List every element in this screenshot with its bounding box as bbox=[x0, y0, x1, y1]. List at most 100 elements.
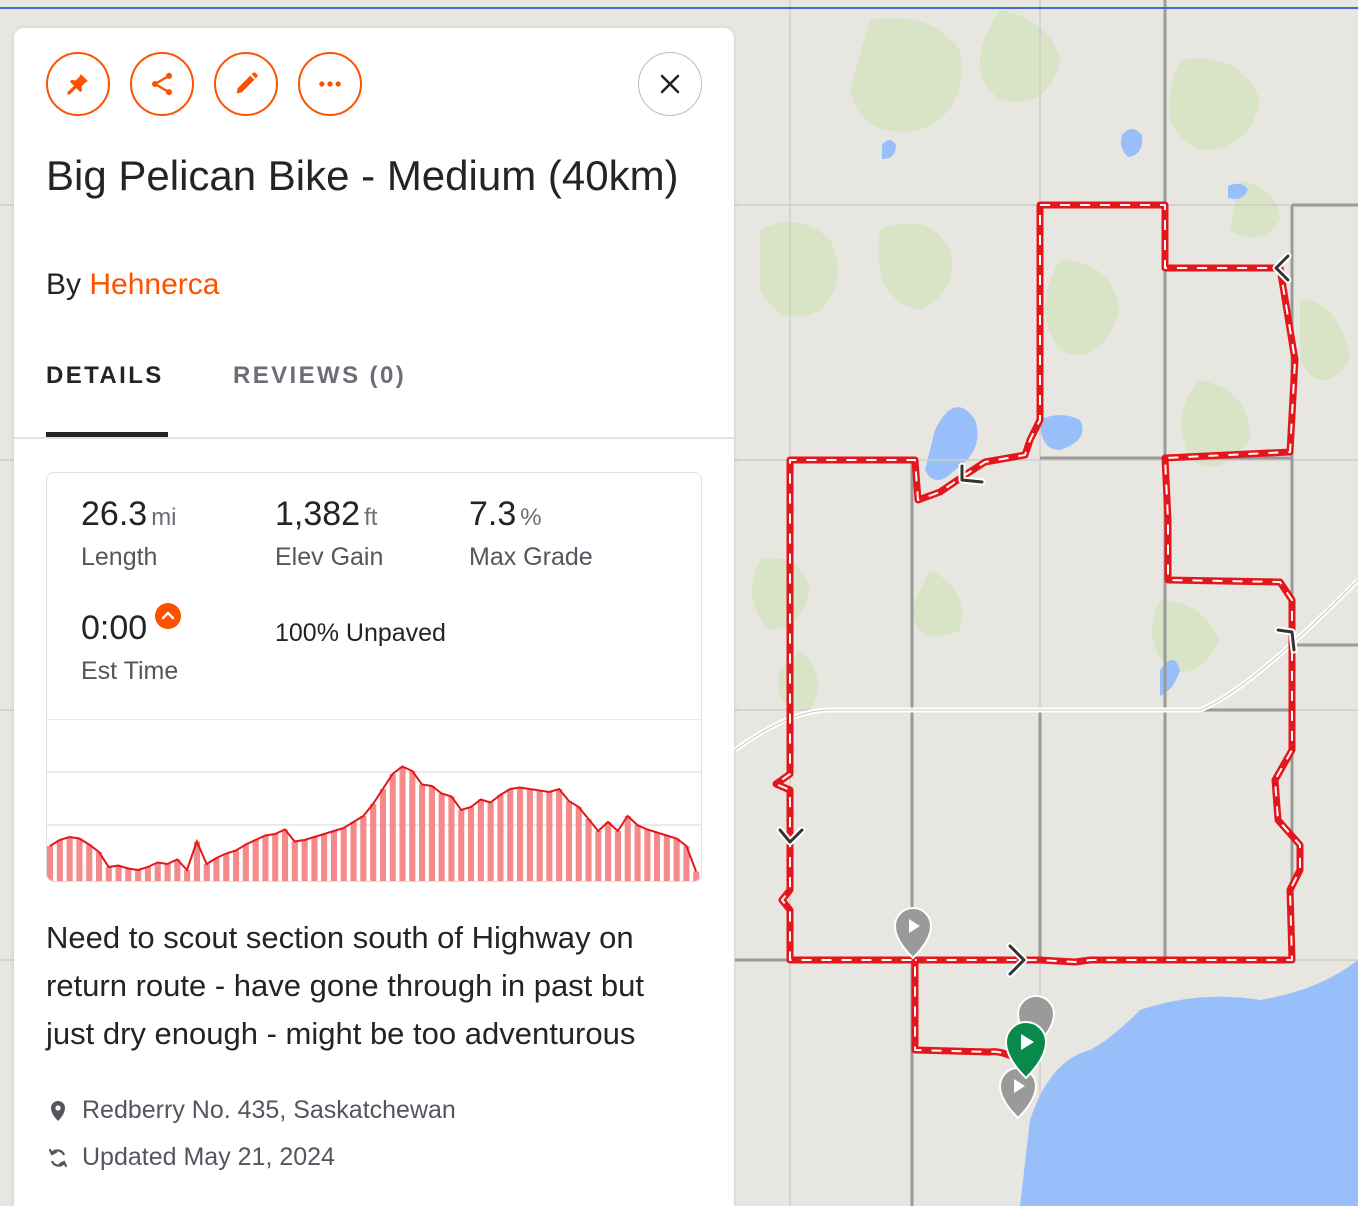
stat-est-time: 0:00 Est Time bbox=[81, 603, 182, 685]
elevation-bar bbox=[154, 862, 161, 881]
sync-icon bbox=[48, 1148, 68, 1167]
elevation-bar bbox=[223, 853, 230, 881]
elevation-bar bbox=[311, 837, 318, 881]
tab-reviews[interactable]: REVIEWS (0) bbox=[233, 362, 406, 390]
elevation-bar bbox=[497, 795, 504, 881]
elevation-bar bbox=[86, 844, 93, 881]
elevation-bar bbox=[644, 829, 651, 881]
elevation-bar bbox=[47, 846, 54, 881]
elevation-bar bbox=[389, 774, 396, 881]
location-pin-icon bbox=[51, 1100, 65, 1121]
elevation-bar bbox=[634, 825, 641, 881]
elevation-bar bbox=[164, 864, 171, 881]
author-byline: By Hehnerca bbox=[46, 268, 219, 302]
elevation-bar bbox=[213, 858, 220, 881]
elevation-bar bbox=[399, 766, 406, 881]
elevation-bar bbox=[233, 850, 240, 881]
elevation-bar bbox=[575, 807, 582, 881]
by-prefix: By bbox=[46, 268, 82, 301]
pin-button[interactable] bbox=[46, 52, 110, 116]
elevation-bar bbox=[370, 804, 377, 881]
elevation-bar bbox=[203, 864, 210, 881]
length-unit: mi bbox=[151, 504, 177, 531]
pencil-icon bbox=[236, 72, 258, 94]
elevation-bar bbox=[673, 838, 680, 881]
elevation-bar bbox=[419, 784, 426, 881]
max-grade-label: Max Grade bbox=[469, 543, 593, 571]
elevation-bar bbox=[144, 867, 151, 881]
location-text: Redberry No. 435, Saskatchewan bbox=[82, 1096, 456, 1124]
elevation-bar bbox=[614, 831, 621, 881]
more-icon bbox=[319, 81, 341, 87]
elevation-bar bbox=[458, 810, 465, 881]
elevation-bar bbox=[556, 789, 563, 881]
chevron-up-icon[interactable] bbox=[155, 603, 182, 629]
elevation-bar bbox=[409, 771, 416, 881]
tab-details[interactable]: DETAILS bbox=[46, 362, 164, 390]
elevation-bar bbox=[693, 871, 700, 881]
stat-length: 26.3 mi Length bbox=[81, 495, 177, 571]
route-details-panel: Big Pelican Bike - Medium (40km) By Hehn… bbox=[14, 28, 734, 1206]
elevation-bar bbox=[507, 789, 514, 881]
elevation-bar bbox=[654, 832, 661, 881]
action-buttons bbox=[46, 52, 362, 116]
elevation-bar bbox=[379, 789, 386, 881]
close-icon bbox=[660, 74, 680, 94]
pin-icon bbox=[67, 74, 88, 95]
elevation-bar bbox=[565, 801, 572, 881]
elevation-bar bbox=[360, 816, 367, 881]
elevation-bar bbox=[330, 831, 337, 881]
elevation-bar bbox=[350, 822, 357, 881]
active-tab-indicator bbox=[46, 432, 168, 437]
more-options-button[interactable] bbox=[298, 52, 362, 116]
elevation-bar bbox=[428, 786, 435, 881]
elevation-bar bbox=[536, 790, 543, 881]
elevation-bar bbox=[184, 870, 191, 881]
elevation-bar bbox=[438, 793, 445, 881]
close-button[interactable] bbox=[638, 52, 702, 116]
elevation-bar bbox=[301, 840, 308, 881]
route-location: Redberry No. 435, Saskatchewan bbox=[46, 1096, 456, 1125]
elevation-bar bbox=[291, 841, 298, 881]
elevation-bar bbox=[262, 835, 269, 881]
elevation-bar bbox=[242, 844, 249, 881]
est-time-label: Est Time bbox=[81, 657, 179, 685]
elevation-bar bbox=[487, 802, 494, 881]
route-title: Big Pelican Bike - Medium (40km) bbox=[46, 152, 679, 199]
route-description: Need to scout section south of Highway o… bbox=[46, 920, 645, 1051]
elev-gain-label: Elev Gain bbox=[275, 543, 384, 571]
elevation-bar bbox=[56, 840, 63, 881]
elevation-bar bbox=[585, 819, 592, 881]
elevation-bar bbox=[526, 789, 533, 881]
elevation-bar bbox=[605, 822, 612, 881]
author-link[interactable]: Hehnerca bbox=[89, 268, 219, 301]
elevation-bar bbox=[282, 829, 289, 881]
elevation-profile-chart[interactable] bbox=[47, 719, 702, 882]
share-button[interactable] bbox=[130, 52, 194, 116]
elevation-bar bbox=[663, 835, 670, 881]
route-updated: Updated May 21, 2024 bbox=[46, 1143, 335, 1172]
surface-type: 100% Unpaved bbox=[275, 619, 446, 647]
elev-gain-unit: ft bbox=[364, 504, 378, 531]
elevation-bar bbox=[448, 796, 455, 881]
elevation-bar bbox=[595, 831, 602, 881]
share-icon bbox=[151, 72, 173, 96]
edit-button[interactable] bbox=[214, 52, 278, 116]
updated-text: Updated May 21, 2024 bbox=[82, 1143, 335, 1171]
elevation-bar bbox=[624, 816, 631, 881]
elevation-bar bbox=[321, 834, 328, 881]
max-grade-unit: % bbox=[520, 504, 542, 531]
elevation-bar bbox=[272, 834, 279, 881]
elevation-bar bbox=[340, 828, 347, 881]
tab-bar: DETAILS REVIEWS (0) bbox=[14, 350, 734, 439]
max-grade-value: 7.3 bbox=[469, 495, 517, 533]
elevation-bar bbox=[105, 867, 112, 881]
elevation-bar bbox=[252, 840, 259, 881]
stat-elev-gain: 1,382 ft Elev Gain bbox=[275, 495, 383, 571]
elevation-bar bbox=[125, 868, 132, 881]
stats-card: 26.3 mi Length 1,382 ft Elev Gain 7.3% Max… bbox=[46, 472, 702, 882]
map-top-border bbox=[0, 7, 1358, 9]
elevation-bar bbox=[76, 838, 83, 881]
length-label: Length bbox=[81, 543, 158, 571]
elevation-bar bbox=[546, 792, 553, 881]
